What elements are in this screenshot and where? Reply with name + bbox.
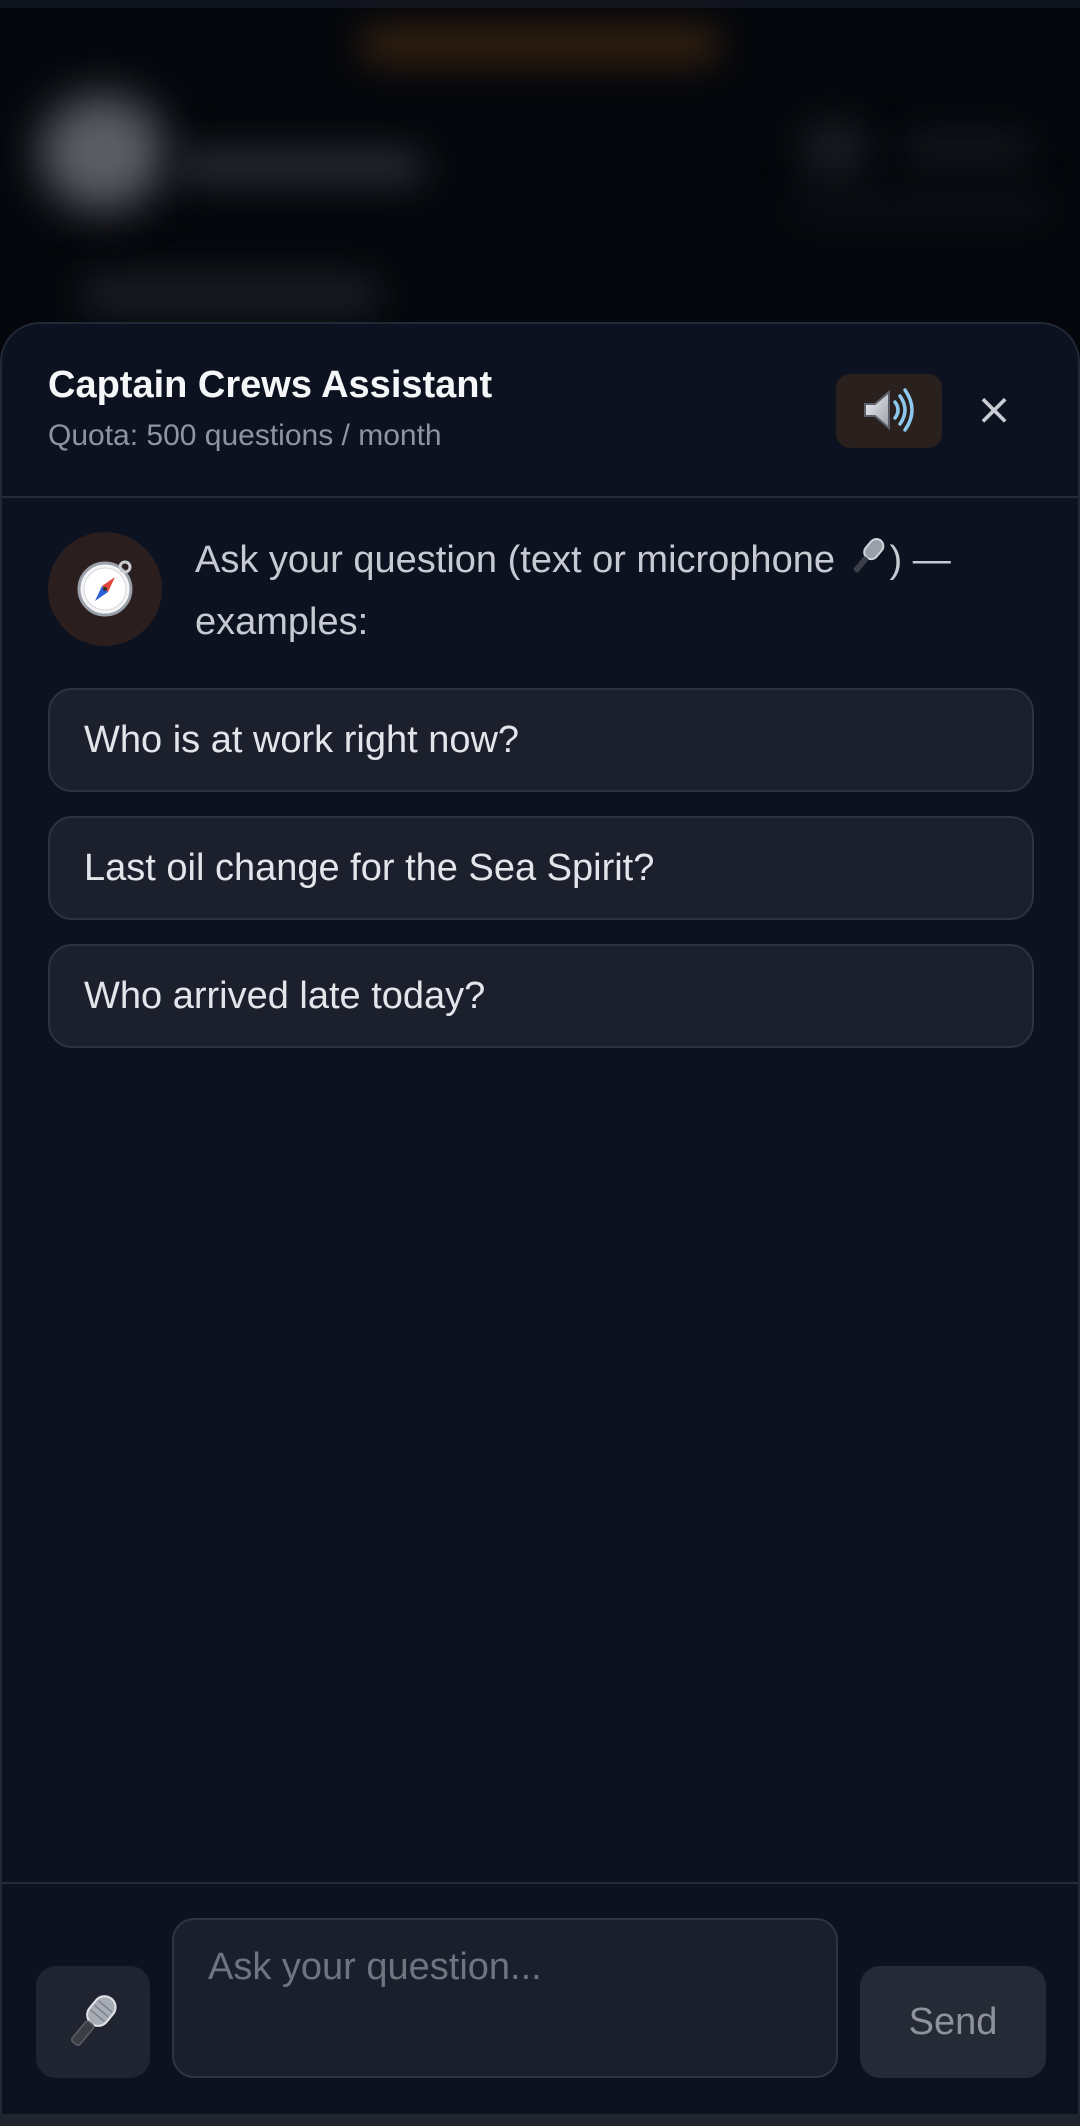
blurred-background-page	[0, 0, 1080, 360]
quota-label: Quota: 500 questions / month	[48, 419, 442, 452]
status-bar-strip	[0, 0, 1080, 8]
suggestion-button-2[interactable]: Last oil change for the Sea Spirit?	[48, 816, 1034, 920]
blurred-name	[175, 150, 425, 184]
blurred-banner	[360, 28, 720, 62]
sheet-header: Captain Crews Assistant Quota: 500 quest…	[2, 324, 1078, 498]
assistant-sheet: Captain Crews Assistant Quota: 500 quest…	[0, 322, 1080, 2114]
speaker-toggle-button[interactable]	[836, 374, 942, 448]
speaker-icon	[859, 380, 919, 443]
microphone-icon	[846, 534, 890, 594]
blurred-label	[900, 135, 1030, 165]
blurred-subtitle	[80, 275, 380, 315]
blurred-avatar	[40, 95, 165, 210]
microphone-button[interactable]	[36, 1966, 150, 2078]
close-icon: ×	[975, 384, 1013, 435]
intro-message: Ask your question (text or microphone ) …	[195, 532, 1055, 650]
suggestion-button-1[interactable]: Who is at work right now?	[48, 688, 1034, 792]
suggestion-list: Who is at work right now? Last oil chang…	[48, 688, 1034, 1072]
compass-icon	[73, 555, 137, 624]
bottom-navigation-strip	[0, 2114, 1080, 2126]
suggestion-button-3[interactable]: Who arrived late today?	[48, 944, 1034, 1048]
assistant-title: Captain Crews Assistant	[48, 364, 493, 406]
composer-bar: Send	[2, 1882, 1078, 2114]
blurred-icon	[800, 120, 870, 180]
intro-text-part1: Ask your question (text or microphone	[195, 539, 846, 581]
assistant-avatar	[48, 532, 162, 646]
send-button[interactable]: Send	[860, 1966, 1046, 2078]
microphone-icon	[62, 1990, 124, 2055]
blurred-line	[790, 195, 1050, 217]
close-button[interactable]: ×	[968, 382, 1020, 438]
question-input[interactable]	[172, 1918, 838, 2078]
